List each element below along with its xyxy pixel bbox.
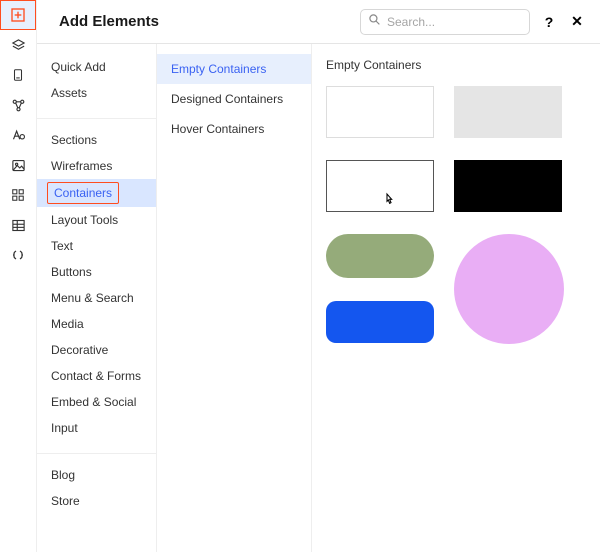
container-outline[interactable] bbox=[326, 160, 434, 212]
category-separator bbox=[37, 453, 156, 454]
category-item[interactable]: Media bbox=[37, 311, 156, 337]
app-root: Add Elements ? ✕ Quick AddAssets Sections… bbox=[0, 0, 600, 552]
category-item[interactable]: Menu & Search bbox=[37, 285, 156, 311]
subcategory-list: Empty ContainersDesigned ContainersHover… bbox=[157, 44, 312, 552]
image-icon[interactable] bbox=[0, 150, 36, 180]
category-list: Quick AddAssets SectionsWireframes Contain… bbox=[37, 44, 157, 552]
apps-icon[interactable] bbox=[0, 180, 36, 210]
container-white[interactable] bbox=[326, 86, 434, 138]
preview-pane: Empty Containers bbox=[312, 44, 600, 552]
help-button[interactable]: ? bbox=[540, 14, 558, 30]
category-item[interactable]: Quick Add bbox=[37, 54, 156, 80]
search-input[interactable] bbox=[360, 9, 530, 35]
category-item[interactable]: Sections bbox=[37, 127, 156, 153]
subcategory-item[interactable]: Hover Containers bbox=[157, 114, 311, 144]
category-item[interactable]: Assets bbox=[37, 80, 156, 106]
category-item[interactable]: Containers bbox=[37, 179, 156, 207]
category-item[interactable]: Text bbox=[37, 233, 156, 259]
category-item[interactable]: Contact & Forms bbox=[37, 363, 156, 389]
container-pill-green[interactable] bbox=[326, 234, 434, 278]
container-pill-blue[interactable] bbox=[326, 301, 434, 343]
category-item[interactable]: Input bbox=[37, 415, 156, 441]
category-item[interactable]: Blog bbox=[37, 462, 156, 488]
search-icon bbox=[368, 13, 381, 31]
table-icon[interactable] bbox=[0, 210, 36, 240]
subcategory-item[interactable]: Designed Containers bbox=[157, 84, 311, 114]
category-separator bbox=[37, 118, 156, 119]
category-group: BlogStore bbox=[37, 462, 156, 522]
page-icon[interactable] bbox=[0, 60, 36, 90]
panel-title: Add Elements bbox=[59, 13, 159, 30]
search-wrap bbox=[360, 9, 530, 35]
category-item[interactable]: Embed & Social bbox=[37, 389, 156, 415]
category-item-label: Containers bbox=[47, 182, 119, 204]
category-group: SectionsWireframes Containers Layout Tools… bbox=[37, 127, 156, 449]
code-icon[interactable] bbox=[0, 240, 36, 270]
category-group: Quick AddAssets bbox=[37, 54, 156, 114]
category-item[interactable]: Store bbox=[37, 488, 156, 514]
close-button[interactable]: ✕ bbox=[568, 13, 586, 30]
pointer-cursor-icon bbox=[381, 191, 397, 214]
container-grey[interactable] bbox=[454, 86, 562, 138]
panel-body: Quick AddAssets SectionsWireframes Contain… bbox=[37, 44, 600, 552]
category-item[interactable]: Decorative bbox=[37, 337, 156, 363]
category-item[interactable]: Buttons bbox=[37, 259, 156, 285]
subcategory-item[interactable]: Empty Containers bbox=[157, 54, 311, 84]
icon-rail bbox=[0, 0, 36, 552]
panel-header: Add Elements ? ✕ bbox=[37, 0, 600, 44]
container-circle-pink[interactable] bbox=[454, 234, 564, 344]
category-item[interactable]: Wireframes bbox=[37, 153, 156, 179]
main-panel: Add Elements ? ✕ Quick AddAssets Sections… bbox=[36, 0, 600, 552]
text-style-icon[interactable] bbox=[0, 120, 36, 150]
preview-heading: Empty Containers bbox=[326, 58, 588, 72]
layers-icon[interactable] bbox=[0, 30, 36, 60]
add-element-icon[interactable] bbox=[0, 0, 36, 30]
preview-grid bbox=[326, 86, 588, 344]
container-black[interactable] bbox=[454, 160, 562, 212]
share-icon[interactable] bbox=[0, 90, 36, 120]
category-item[interactable]: Layout Tools bbox=[37, 207, 156, 233]
